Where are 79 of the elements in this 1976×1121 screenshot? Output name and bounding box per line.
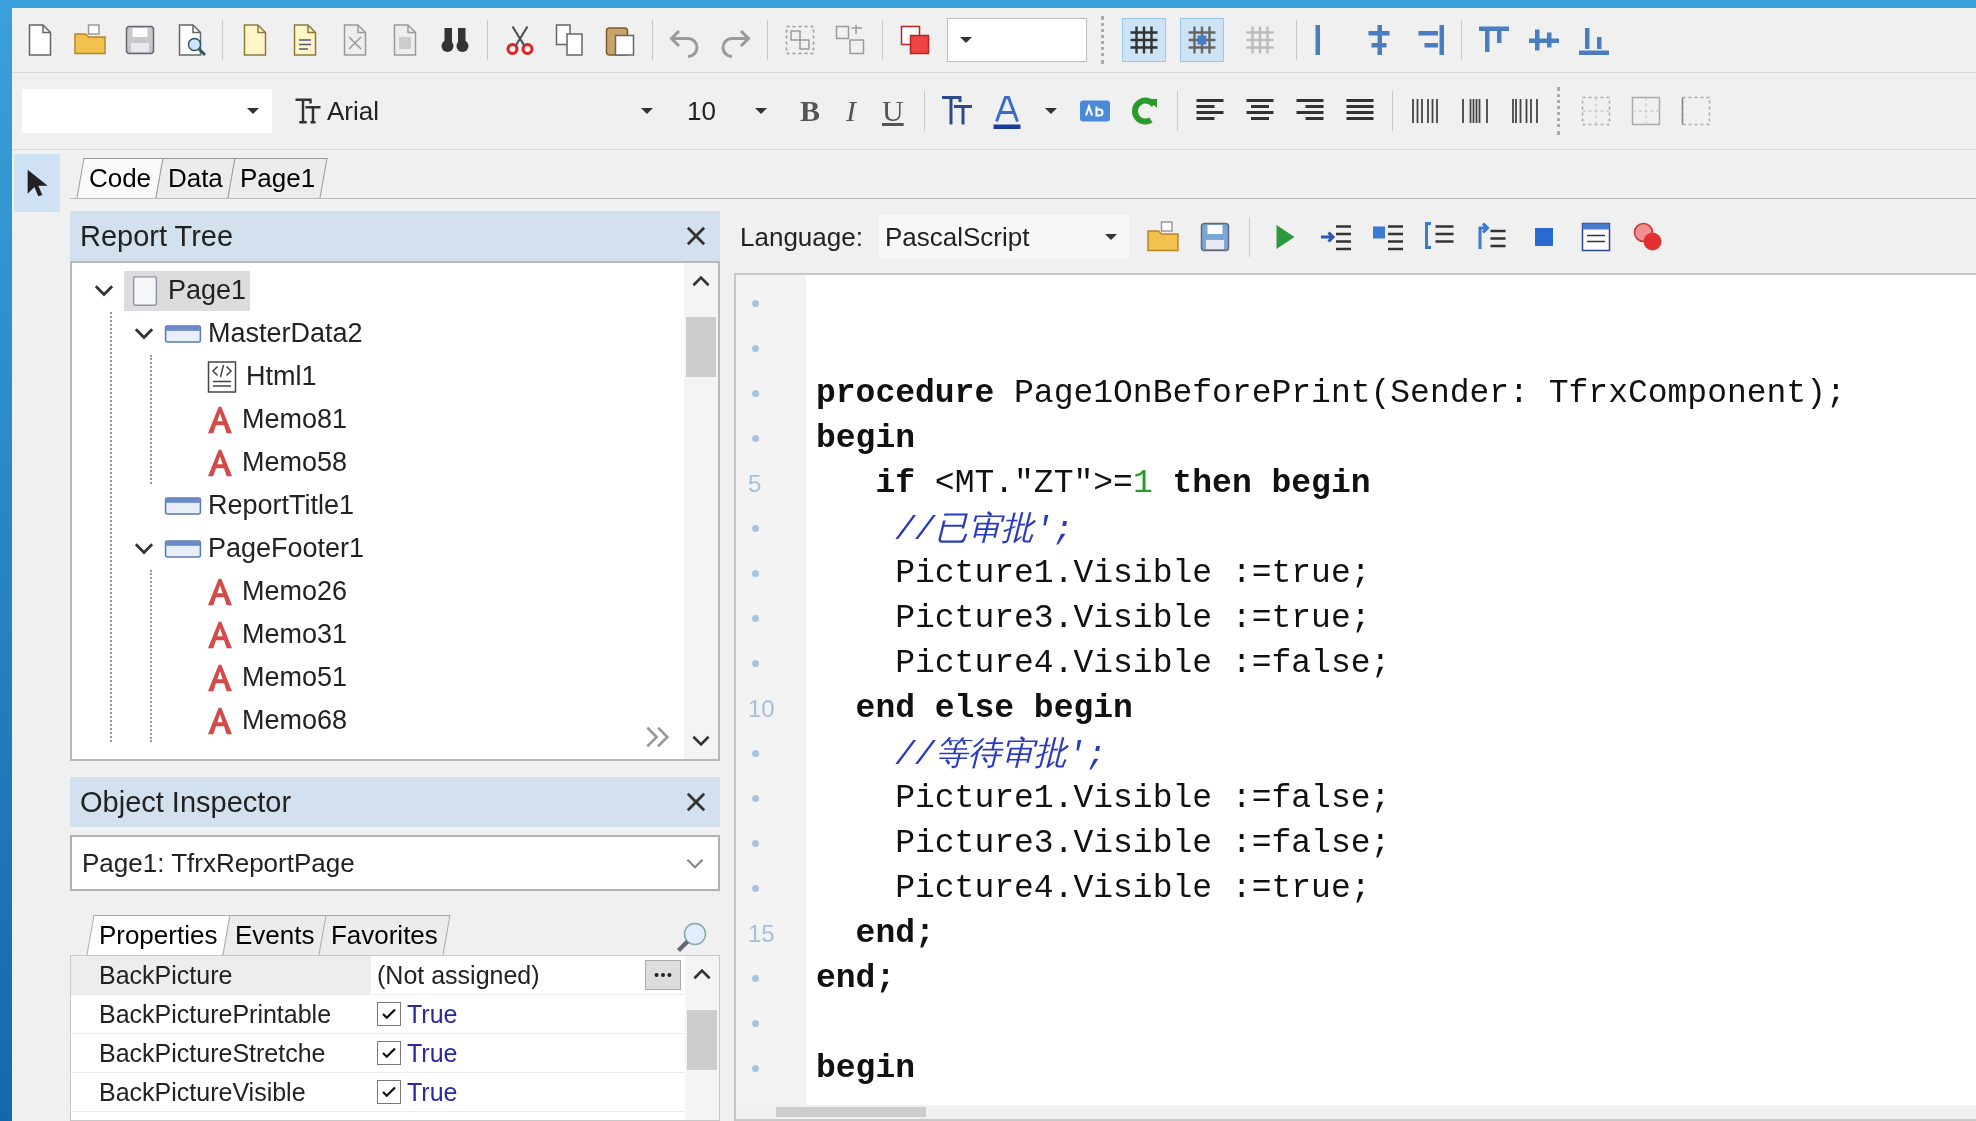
code-line: begin <box>815 420 916 457</box>
bold-button[interactable]: B <box>794 94 826 128</box>
tree-item[interactable]: Memo26 <box>242 576 348 607</box>
italic-button[interactable]: I <box>840 94 862 128</box>
property-value[interactable]: True <box>407 1038 458 1068</box>
line-marker-icon <box>752 660 759 667</box>
tree-item[interactable]: Page1 <box>168 275 247 306</box>
line-marker-icon <box>752 795 759 802</box>
tree-item[interactable]: Memo31 <box>242 619 348 650</box>
font-type-icon[interactable] <box>293 96 323 126</box>
tab[interactable]: Code <box>76 158 164 198</box>
code-line: Picture3.Visible :=false; <box>894 825 1391 862</box>
code-line: procedure Page1OnBeforePrint(Sender: TfrxComponent); <box>815 375 1846 412</box>
code-line: Picture1.Visible :=false; <box>894 780 1391 817</box>
line-marker-icon <box>752 435 759 442</box>
line-number: 15 <box>748 919 775 948</box>
tab[interactable]: Events <box>221 915 327 955</box>
code-line: Picture1.Visible :=true; <box>894 555 1371 592</box>
property-name[interactable]: BackPicturePrintable <box>71 995 371 1033</box>
scrollbar-thumb[interactable] <box>686 317 716 377</box>
tree-item[interactable]: ReportTitle1 <box>208 490 355 521</box>
code-line: if <MT."ZT">=1 then begin <box>874 465 1371 502</box>
line-marker-icon <box>752 975 759 982</box>
code-line: Picture4.Visible :=false; <box>894 645 1391 682</box>
tab[interactable]: Favorites <box>318 915 451 955</box>
tab[interactable]: Data <box>155 158 236 198</box>
property-value[interactable]: True <box>407 1077 458 1107</box>
code-line: end; <box>815 960 896 997</box>
underline-button[interactable]: U <box>876 94 910 128</box>
line-marker-icon <box>752 345 759 352</box>
line-marker-icon <box>752 570 759 577</box>
line-marker-icon <box>752 1020 759 1027</box>
line-marker-icon <box>752 390 759 397</box>
dropdown-field[interactable] <box>947 18 1087 62</box>
language-label: Language: <box>740 221 863 253</box>
property-name[interactable]: BackPicture <box>71 956 371 994</box>
tree-item[interactable]: Memo68 <box>242 705 348 736</box>
code-line: end else begin <box>854 690 1133 727</box>
pointer-tool-button[interactable] <box>14 154 60 212</box>
code-line: Picture3.Visible :=true; <box>894 600 1371 637</box>
browse-button[interactable] <box>645 960 681 990</box>
line-marker-icon <box>752 525 759 532</box>
code-editor[interactable] <box>734 273 1976 1121</box>
language-dropdown[interactable]: PascalScript <box>878 215 1129 259</box>
property-name[interactable]: BackPictureStretche <box>71 1034 371 1072</box>
line-marker-icon <box>752 885 759 892</box>
tree-item[interactable]: MasterData2 <box>208 318 363 349</box>
line-number: 5 <box>748 469 762 498</box>
panel-title: Object Inspector <box>80 785 292 819</box>
tree-item[interactable]: PageFooter1 <box>208 533 365 564</box>
panel-title: Report Tree <box>80 219 234 253</box>
line-number: 10 <box>748 694 775 723</box>
line-marker-icon <box>752 615 759 622</box>
line-marker-icon <box>752 300 759 307</box>
property-value[interactable]: True <box>407 999 458 1029</box>
code-line: //等待审批'; <box>894 735 1107 776</box>
line-marker-icon <box>752 840 759 847</box>
checkbox[interactable] <box>377 1080 401 1104</box>
checkbox[interactable] <box>377 1041 401 1065</box>
line-marker-icon <box>752 1065 759 1072</box>
code-line: end; <box>854 915 935 952</box>
tab[interactable]: Properties <box>86 915 231 955</box>
checkbox[interactable] <box>377 1002 401 1026</box>
tree-item[interactable]: Memo51 <box>242 662 348 693</box>
code-line: //已审批'; <box>894 510 1074 551</box>
scrollbar-thumb[interactable] <box>776 1107 926 1117</box>
scrollbar[interactable] <box>684 263 718 759</box>
property-value[interactable]: (Not assigned) <box>377 960 639 990</box>
tree-item[interactable]: Html1 <box>246 361 317 392</box>
object-dropdown[interactable]: Page1: TfrxReportPage <box>70 835 720 891</box>
tree-item[interactable]: Memo81 <box>242 404 348 435</box>
scrollbar-thumb[interactable] <box>687 1010 717 1070</box>
tab[interactable]: Page1 <box>227 158 328 198</box>
property-name[interactable]: BackPictureVisible <box>71 1073 371 1111</box>
scrollbar[interactable] <box>685 956 719 1120</box>
code-line: Picture4.Visible :=true; <box>894 870 1371 907</box>
tree-item[interactable]: Memo58 <box>242 447 348 478</box>
line-marker-icon <box>752 750 759 757</box>
code-line: begin <box>815 1050 916 1087</box>
